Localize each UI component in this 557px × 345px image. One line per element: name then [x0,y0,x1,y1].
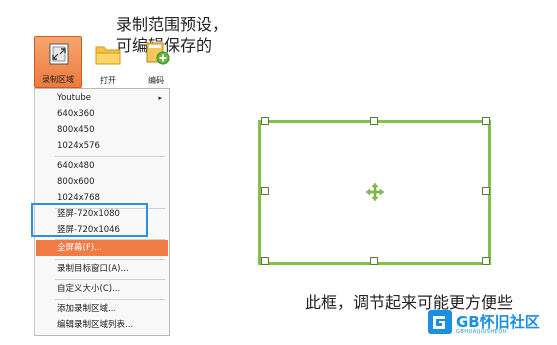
menu-item-fullscreen[interactable]: 全屏幕(F)... [36,240,168,256]
menu-item-label: 640x480 [57,161,95,171]
menu-item-label: 800x450 [57,125,95,135]
open-label: 打开 [100,76,116,85]
resize-handle-left[interactable] [261,187,269,195]
watermark-logo: GB怀旧社区 GBHUAIJIUSHEQU [428,310,550,338]
menu-item-label: 添加录制区域... [57,304,117,314]
encode-label: 编码 [148,76,164,85]
resize-handle-top[interactable] [370,117,378,125]
menu-item-custom-size[interactable]: 自定义大小(C)... [36,281,168,297]
menu-item-label: Youtube [57,93,91,103]
menu-separator [55,156,165,157]
resize-handle-top-left[interactable] [261,117,269,125]
menu-item-1024x576[interactable]: 1024x576 [36,138,168,154]
menu-item-label: 全屏幕(F)... [57,243,103,253]
annotation-line-1: 录制范围预设， [116,15,229,34]
menu-item-label: 录制目标窗口(A)... [57,264,129,274]
record-area-button[interactable]: 录制区域 [34,36,82,88]
record-area-label: 录制区域 [42,75,74,84]
menu-item-640x360[interactable]: 640x360 [36,106,168,122]
folder-icon [95,46,121,65]
resize-handle-right[interactable] [482,187,490,195]
encode-icon [146,42,170,65]
menu-item-label: 800x600 [57,177,95,187]
menu-item-record-target-window[interactable]: 录制目标窗口(A)... [36,261,168,277]
resize-handle-top-right[interactable] [482,117,490,125]
menu-item-youtube[interactable]: Youtube ▸ [36,90,168,106]
menu-separator [55,259,165,260]
menu-item-800x450[interactable]: 800x450 [36,122,168,138]
menu-separator [55,279,165,280]
menu-item-640x480[interactable]: 640x480 [36,158,168,174]
open-button[interactable]: 打开 [88,36,128,88]
logo-sub-text: GBHUAIJIUSHEQU [456,329,507,335]
resize-handle-bottom-left[interactable] [261,257,269,265]
resize-handle-bottom-right[interactable] [482,257,490,265]
portrait-presets-highlight-box [31,203,148,237]
move-cross-icon[interactable] [365,182,385,202]
menu-item-label: 自定义大小(C)... [57,284,121,294]
menu-item-label: 640x360 [57,109,95,119]
resize-handle-bottom[interactable] [370,257,378,265]
menu-item-label: 1024x768 [57,193,100,203]
record-area-icon [49,43,69,65]
menu-item-label: 1024x576 [57,141,100,151]
toolbar: 录制区域 打开 编码 [34,36,174,88]
encode-button[interactable]: 编码 [138,36,174,88]
submenu-arrow-icon: ▸ [158,94,162,102]
menu-separator [55,299,165,300]
menu-item-add-record-area[interactable]: 添加录制区域... [36,301,168,317]
menu-item-800x600[interactable]: 800x600 [36,174,168,190]
menu-item-label: 编辑录制区域列表... [57,320,134,330]
menu-item-edit-record-area-list[interactable]: 编辑录制区域列表... [36,317,168,333]
logo-icon [428,310,452,334]
